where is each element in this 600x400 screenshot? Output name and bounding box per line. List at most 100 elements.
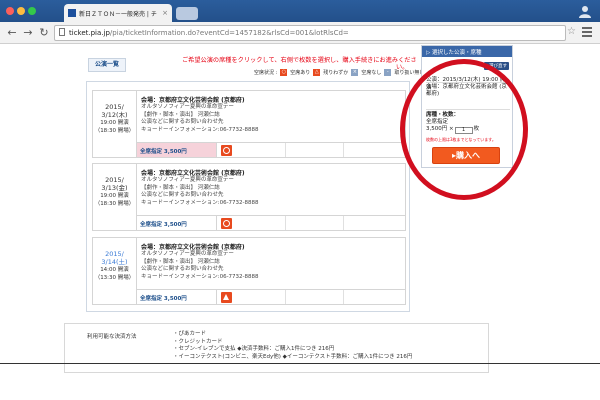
date-year: 2015/ <box>105 250 124 258</box>
venue-name: 会場：京都府立文化芸術会館 (京都府) <box>141 244 245 251</box>
payment-methods: 利用可能な決済方法 ・ぴあカード ・クレジットカード ・セブン-イレブンで支払 … <box>64 323 489 373</box>
date-year: 2015/ <box>105 103 124 111</box>
performance-row: 2015/ 3/13(金) 19:00 開演 （18:30 開場） 会場：京都府… <box>92 163 406 231</box>
performance-info: オルタソノフィアー夏興の革命宣テー 【劇作・脚本・演出】 河瀬仁誌 公演などに関… <box>141 177 259 207</box>
browser-menu-icon[interactable] <box>582 27 592 37</box>
open-time: （18:30 開場） <box>94 128 135 134</box>
payment-item: ・イーコンテクスト(コンビニ、楽天Edy他) ◆イーコンテクスト手数料：ご購入1… <box>173 353 413 360</box>
minimize-window-button[interactable] <box>17 7 25 15</box>
page-content: 公演一覧 ご希望公演の席種をクリックして、右側で枚数を選択し、購入手続きにお進み… <box>0 45 600 400</box>
credits: 【劇作・脚本・演出】 河瀬仁誌 <box>141 111 220 118</box>
few-left-legend-icon: △ <box>313 69 321 76</box>
browser-tab-strip: 新日ＺＴＯＮ－一般発売 | チ × <box>0 0 600 22</box>
window-controls <box>6 7 36 15</box>
performance-row: 2015/ 3/12(木) 19:00 開演 （18:30 開場） 会場：京都府… <box>92 90 406 158</box>
seat-type-cell[interactable]: 全席指定 3,500円 <box>137 290 232 304</box>
highlight-circle-annotation <box>400 59 528 200</box>
venue-name: 会場：京都府立文化芸術会館 (京都府) <box>141 97 245 104</box>
inquiry-label: 公演などに関するお問い合わせ先 <box>141 192 224 198</box>
url-path: /pia/ticketInformation.do?eventCd=145718… <box>109 29 349 37</box>
browser-toolbar: ← → ↻ ticket.pia.jp/pia/ticketInformatio… <box>0 22 600 44</box>
grid-divider <box>343 290 344 304</box>
performance-row: 2015/ 3/14(土) 14:00 開演 （13:30 開場） 会場：京都府… <box>92 237 406 305</box>
start-time: 19:00 開演 <box>100 193 129 199</box>
inquiry-label: 公演などに関するお問い合わせ先 <box>141 119 224 125</box>
payment-methods-label: 利用可能な決済方法 <box>87 334 137 340</box>
seat-type-cell[interactable]: 全席指定 3,500円 <box>137 143 232 157</box>
seat-type-cell[interactable]: 全席指定 3,500円 <box>137 216 232 230</box>
date-year: 2015/ <box>105 176 124 184</box>
date-day: 3/14(土) <box>101 258 128 266</box>
divider-line <box>0 363 600 364</box>
triangle-status-icon[interactable] <box>221 292 232 303</box>
legend-not-handled: 取り扱い無し <box>394 70 425 76</box>
open-time: （18:30 開場） <box>94 201 135 207</box>
credits: 【劇作・脚本・演出】 河瀬仁誌 <box>141 258 220 265</box>
performance-date: 2015/ 3/12(木) 19:00 開演 （18:30 開場） <box>93 91 137 157</box>
performance-details: 会場：京都府立文化芸術会館 (京都府) オルタソノフィアー夏興の革命宣テー 【劇… <box>137 91 405 157</box>
inquiry-contact: キョードーインフォメーション:06-7732-8888 <box>141 273 259 280</box>
url-host: ticket.pia.jp <box>69 29 110 37</box>
grid-divider <box>285 216 286 230</box>
bookmark-star-icon[interactable]: ☆ <box>567 26 576 37</box>
open-time: （13:30 開場） <box>94 275 135 281</box>
troupe-name: オルタソノフィアー夏興の革命宣テー <box>141 104 234 110</box>
site-favicon-icon <box>68 9 76 17</box>
availability-legend: 空席状況 : ○ 空席あり △ 残りわずか × 空席なし - 取り扱い無し <box>254 69 424 76</box>
legend-sold-out: 空席なし <box>361 70 382 76</box>
date-day: 3/12(木) <box>101 111 128 119</box>
new-tab-button[interactable] <box>176 7 198 20</box>
inquiry-label: 公演などに関するお問い合わせ先 <box>141 266 224 272</box>
payment-item: ・ぴあカード <box>173 331 207 337</box>
selection-panel-header: ▷ 選択した公演・席種 <box>422 46 512 57</box>
performance-info: オルタソノフィアー夏興の革命宣テー 【劇作・脚本・演出】 河瀬仁誌 公演などに関… <box>141 104 259 134</box>
available-legend-icon: ○ <box>280 69 288 76</box>
user-profile-icon[interactable] <box>578 5 592 18</box>
seat-price-row: 全席指定 3,500円 <box>137 215 405 230</box>
performance-list: 2015/ 3/12(木) 19:00 開演 （18:30 開場） 会場：京都府… <box>86 81 410 312</box>
inquiry-contact: キョードーインフォメーション:06-7732-8888 <box>141 199 259 206</box>
grid-divider <box>285 143 286 157</box>
circle-status-icon[interactable] <box>221 145 232 156</box>
inquiry-contact: キョードーインフォメーション:06-7732-8888 <box>141 126 259 133</box>
seat-price-row: 全席指定 3,500円 <box>137 289 405 304</box>
payment-item: ・クレジットカード <box>173 338 223 345</box>
grid-divider <box>343 143 344 157</box>
performance-info: オルタソノフィアー夏興の革命宣テー 【劇作・脚本・演出】 河瀬仁誌 公演などに関… <box>141 251 259 281</box>
start-time: 14:00 開演 <box>100 267 129 273</box>
browser-tab[interactable]: 新日ＺＴＯＮ－一般発売 | チ × <box>64 4 172 22</box>
forward-arrow-icon[interactable]: → <box>21 26 35 40</box>
performance-details: 会場：京都府立文化芸術会館 (京都府) オルタソノフィアー夏興の革命宣テー 【劇… <box>137 238 405 304</box>
address-bar[interactable]: ticket.pia.jp/pia/ticketInformation.do?e… <box>54 25 566 41</box>
circle-status-icon[interactable] <box>221 218 232 229</box>
instruction-text: ご希望公演の席種をクリックして、右側で枚数を選択し、購入手続きにお進みくださ <box>182 57 417 64</box>
seat-price-label: 全席指定 3,500円 <box>140 149 187 155</box>
not-handled-legend-icon: - <box>384 69 392 76</box>
close-window-button[interactable] <box>6 7 14 15</box>
legend-few-left: 残りわずか <box>323 70 349 76</box>
maximize-window-button[interactable] <box>28 7 36 15</box>
venue-name: 会場：京都府立文化芸術会館 (京都府) <box>141 170 245 177</box>
tab-close-icon[interactable]: × <box>162 9 168 17</box>
performance-date: 2015/ 3/13(金) 19:00 開演 （18:30 開場） <box>93 164 137 230</box>
payment-methods-list: ・ぴあカード ・クレジットカード ・セブン-イレブンで支払 ◆決済手数料：ご購入… <box>173 331 412 361</box>
seat-price-label: 全席指定 3,500円 <box>140 296 187 302</box>
seat-price-label: 全席指定 3,500円 <box>140 222 187 228</box>
page-document-icon <box>59 28 65 36</box>
credits: 【劇作・脚本・演出】 河瀬仁誌 <box>141 184 220 191</box>
sold-out-legend-icon: × <box>351 69 359 76</box>
performance-date: 2015/ 3/14(土) 14:00 開演 （13:30 開場） <box>93 238 137 304</box>
performance-list-button[interactable]: 公演一覧 <box>88 58 126 72</box>
reload-icon[interactable]: ↻ <box>37 26 51 40</box>
troupe-name: オルタソノフィアー夏興の革命宣テー <box>141 177 234 183</box>
back-arrow-icon[interactable]: ← <box>5 26 19 40</box>
grid-divider <box>285 290 286 304</box>
legend-available: 空席あり <box>290 70 311 76</box>
performance-details: 会場：京都府立文化芸術会館 (京都府) オルタソノフィアー夏興の革命宣テー 【劇… <box>137 164 405 230</box>
grid-divider <box>343 216 344 230</box>
tab-title: 新日ＺＴＯＮ－一般発売 | チ <box>79 10 157 18</box>
seat-price-row: 全席指定 3,500円 <box>137 142 405 157</box>
troupe-name: オルタソノフィアー夏興の革命宣テー <box>141 251 234 257</box>
start-time: 19:00 開演 <box>100 120 129 126</box>
date-day: 3/13(金) <box>101 184 128 192</box>
